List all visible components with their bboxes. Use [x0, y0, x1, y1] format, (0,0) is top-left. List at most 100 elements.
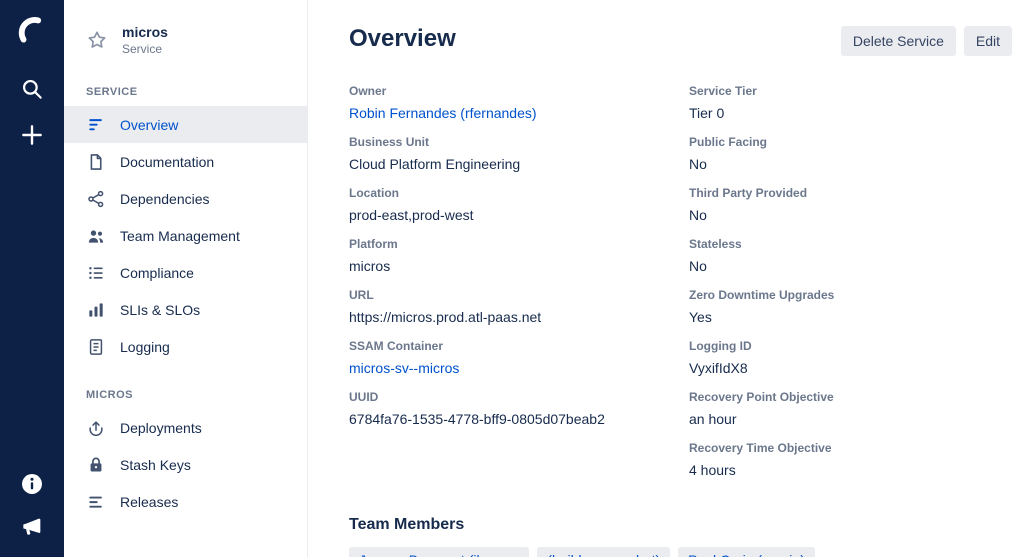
sidebar-item-label: SLIs & SLOs [120, 302, 200, 318]
star-icon[interactable] [86, 29, 108, 51]
sidebar-item-label: Overview [120, 117, 178, 133]
field-label: Recovery Point Objective [689, 390, 1012, 404]
delete-service-button[interactable]: Delete Service [841, 26, 956, 56]
fields-right-column: Service Tier Tier 0 Public Facing No Thi… [689, 84, 1012, 492]
sidebar-item-dependencies[interactable]: Dependencies [64, 180, 307, 217]
field-value: 4 hours [689, 462, 1012, 479]
search-icon[interactable] [19, 76, 45, 102]
bar-chart-icon [86, 300, 106, 320]
dependencies-icon [86, 189, 106, 209]
megaphone-icon[interactable] [19, 513, 45, 539]
sidebar-item-compliance[interactable]: Compliance [64, 254, 307, 291]
team-members-list: Jeremy Baumont (jbaumo (buildeng-sox-bot… [349, 547, 1012, 557]
service-name: micros [122, 24, 168, 40]
ssam-container-link[interactable]: micros-sv--micros [349, 360, 689, 377]
field-value: https://micros.prod.atl-paas.net [349, 309, 689, 326]
field-service-tier: Service Tier Tier 0 [689, 84, 1012, 122]
field-label: UUID [349, 390, 689, 404]
field-value: 6784fa76-1535-4778-bff9-0805d07beab2 [349, 411, 689, 428]
field-value: No [689, 207, 1012, 224]
field-platform: Platform micros [349, 237, 689, 275]
main-header: Overview Delete Service Edit [349, 24, 1012, 56]
document-icon [86, 152, 106, 172]
field-label: Location [349, 186, 689, 200]
sidebar-item-documentation[interactable]: Documentation [64, 143, 307, 180]
main-content: Overview Delete Service Edit Owner Robin… [308, 0, 1024, 557]
field-label: Owner [349, 84, 689, 98]
section-header-micros: MICROS [64, 389, 307, 401]
log-icon [86, 337, 106, 357]
field-value: micros [349, 258, 689, 275]
team-member-link[interactable]: Jeremy Baumont (jbaumo [349, 547, 529, 557]
team-member-link[interactable]: (buildeng-sox-bot) [537, 547, 670, 557]
field-stateless: Stateless No [689, 237, 1012, 275]
service-header: micros Service [64, 24, 307, 56]
field-value: an hour [689, 411, 1012, 428]
sidebar-item-overview[interactable]: Overview [64, 106, 307, 143]
field-ssam-container: SSAM Container micros-sv--micros [349, 339, 689, 377]
page-actions: Delete Service Edit [841, 24, 1012, 56]
field-label: Third Party Provided [689, 186, 1012, 200]
field-logging-id: Logging ID VyxifIdX8 [689, 339, 1012, 377]
deploy-icon [86, 418, 106, 438]
field-value: prod-east,prod-west [349, 207, 689, 224]
brand-logo-icon[interactable] [14, 12, 50, 48]
field-label: Zero Downtime Upgrades [689, 288, 1012, 302]
service-title-block: micros Service [122, 24, 168, 56]
field-url: URL https://micros.prod.atl-paas.net [349, 288, 689, 326]
info-icon[interactable] [19, 471, 45, 497]
field-uuid: UUID 6784fa76-1535-4778-bff9-0805d07beab… [349, 390, 689, 428]
field-label: Stateless [689, 237, 1012, 251]
field-value: Cloud Platform Engineering [349, 156, 689, 173]
field-recovery-point-objective: Recovery Point Objective an hour [689, 390, 1012, 428]
sidebar-item-slis-slos[interactable]: SLIs & SLOs [64, 291, 307, 328]
field-zero-downtime-upgrades: Zero Downtime Upgrades Yes [689, 288, 1012, 326]
service-sidebar: micros Service SERVICE Overview Document… [64, 0, 308, 557]
overview-icon [86, 115, 106, 135]
field-label: Platform [349, 237, 689, 251]
sidebar-item-deployments[interactable]: Deployments [64, 409, 307, 446]
field-label: Business Unit [349, 135, 689, 149]
edit-button[interactable]: Edit [964, 26, 1012, 56]
field-public-facing: Public Facing No [689, 135, 1012, 173]
service-fields: Owner Robin Fernandes (rfernandes) Busin… [349, 84, 1012, 492]
sidebar-item-stash-keys[interactable]: Stash Keys [64, 446, 307, 483]
team-members-heading: Team Members [349, 516, 1012, 534]
people-icon [86, 226, 106, 246]
nav-section-micros: MICROS Deployments Stash Keys Releases [64, 389, 307, 520]
nav-section-service: SERVICE Overview Documentation Dependenc… [64, 86, 307, 365]
field-label: Recovery Time Objective [689, 441, 1012, 455]
sidebar-item-label: Dependencies [120, 191, 210, 207]
app-rail [0, 0, 64, 557]
field-business-unit: Business Unit Cloud Platform Engineering [349, 135, 689, 173]
sidebar-item-logging[interactable]: Logging [64, 328, 307, 365]
page-title: Overview [349, 24, 456, 54]
checklist-icon [86, 263, 106, 283]
field-value: No [689, 258, 1012, 275]
field-value: VyxifIdX8 [689, 360, 1012, 377]
sidebar-item-label: Compliance [120, 265, 194, 281]
sidebar-item-label: Deployments [120, 420, 202, 436]
sidebar-item-label: Team Management [120, 228, 240, 244]
field-label: Public Facing [689, 135, 1012, 149]
field-value: No [689, 156, 1012, 173]
sidebar-item-team-management[interactable]: Team Management [64, 217, 307, 254]
field-label: SSAM Container [349, 339, 689, 353]
releases-icon [86, 492, 106, 512]
field-location: Location prod-east,prod-west [349, 186, 689, 224]
field-value: Tier 0 [689, 105, 1012, 122]
sidebar-item-releases[interactable]: Releases [64, 483, 307, 520]
lock-icon [86, 455, 106, 475]
fields-left-column: Owner Robin Fernandes (rfernandes) Busin… [349, 84, 689, 492]
field-third-party-provided: Third Party Provided No [689, 186, 1012, 224]
field-recovery-time-objective: Recovery Time Objective 4 hours [689, 441, 1012, 479]
field-label: Logging ID [689, 339, 1012, 353]
sidebar-item-label: Logging [120, 339, 170, 355]
team-member-link[interactable]: Paul Craig (pcraig) [678, 547, 815, 557]
sidebar-item-label: Releases [120, 494, 178, 510]
service-kind: Service [122, 42, 168, 56]
field-label: Service Tier [689, 84, 1012, 98]
owner-link[interactable]: Robin Fernandes (rfernandes) [349, 105, 689, 122]
add-icon[interactable] [19, 122, 45, 148]
field-value: Yes [689, 309, 1012, 326]
